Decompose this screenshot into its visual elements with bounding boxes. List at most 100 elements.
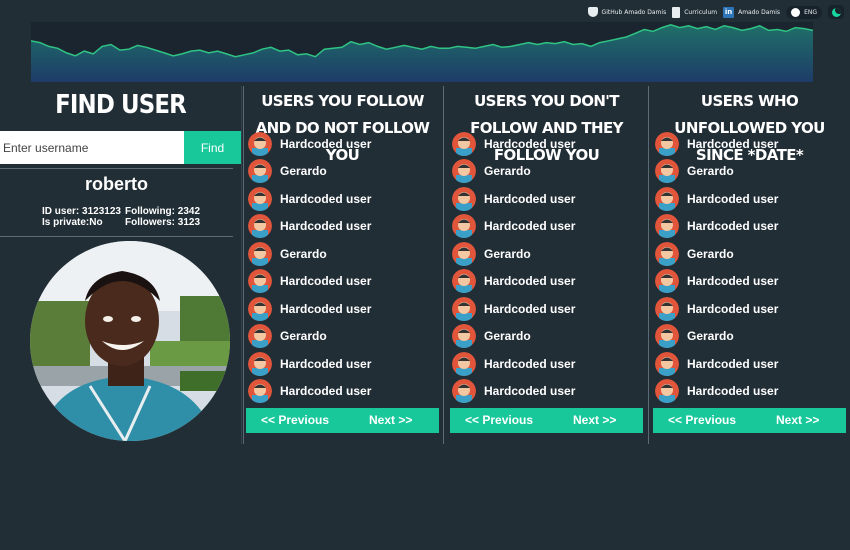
list-item[interactable]: Hardcoded user: [450, 295, 643, 323]
username-search-input[interactable]: [0, 131, 184, 164]
user-name: Hardcoded user: [484, 384, 576, 399]
list-item[interactable]: Gerardo: [653, 323, 846, 351]
list-item[interactable]: Hardcoded user: [246, 350, 439, 378]
list-item[interactable]: Hardcoded user: [450, 378, 643, 406]
pagination-bar: << Previous Next >>: [450, 408, 643, 433]
user-avatar-icon: [248, 269, 272, 294]
github-icon: [587, 7, 598, 17]
list-item[interactable]: Hardcoded user: [450, 185, 643, 213]
column-divider: [443, 86, 444, 444]
user-avatar-icon: [655, 269, 679, 294]
user-name: Hardcoded user: [687, 219, 779, 234]
user-name: Hardcoded user: [484, 136, 576, 151]
user-name: Hardcoded user: [687, 356, 779, 371]
list-item[interactable]: Hardcoded user: [246, 185, 439, 213]
user-avatar-icon: [248, 241, 272, 266]
list-item[interactable]: Hardcoded user: [246, 378, 439, 406]
list-item[interactable]: Hardcoded user: [653, 213, 846, 241]
find-button[interactable]: Find: [184, 131, 241, 164]
language-toggle[interactable]: ENG: [786, 5, 822, 19]
pagination-bar: << Previous Next >>: [246, 408, 439, 433]
next-button[interactable]: Next >>: [573, 408, 616, 433]
list-item[interactable]: Gerardo: [246, 323, 439, 351]
profile-followers: Followers: 3123: [125, 217, 201, 228]
linkedin-link[interactable]: in Amado Damis: [723, 6, 781, 18]
user-avatar-icon: [655, 241, 679, 266]
list-item[interactable]: Hardcoded user: [653, 378, 846, 406]
user-name: Hardcoded user: [280, 301, 372, 316]
list-item[interactable]: Hardcoded user: [246, 213, 439, 241]
divider: [0, 168, 233, 169]
user-avatar-icon: [452, 269, 476, 294]
next-button[interactable]: Next >>: [369, 408, 412, 433]
top-bar: GitHub Amado Damis Curriculum in Amado D…: [0, 0, 850, 22]
list-item[interactable]: Hardcoded user: [246, 295, 439, 323]
user-avatar-icon: [655, 186, 679, 211]
list-item[interactable]: Hardcoded user: [653, 295, 846, 323]
list-item[interactable]: Gerardo: [653, 240, 846, 268]
list-item[interactable]: Hardcoded user: [450, 213, 643, 241]
profile-avatar: [30, 241, 230, 441]
list-item[interactable]: Gerardo: [450, 240, 643, 268]
list-item[interactable]: Hardcoded user: [653, 350, 846, 378]
user-avatar-icon: [452, 351, 476, 376]
user-name: Hardcoded user: [280, 356, 372, 371]
divider: [0, 236, 233, 237]
profile-id: ID user: 3123123: [42, 206, 121, 217]
previous-button[interactable]: << Previous: [668, 408, 736, 433]
user-name: Hardcoded user: [280, 191, 372, 206]
user-name: Gerardo: [280, 329, 327, 344]
document-icon: [672, 6, 681, 18]
profile-following: Following: 2342: [125, 206, 201, 217]
list-item[interactable]: Hardcoded user: [653, 268, 846, 296]
user-name: Hardcoded user: [687, 191, 779, 206]
panel-follow-not-followed: USERS YOU FOLLOW AND DO NOT FOLLOW YOU H…: [246, 88, 439, 433]
user-avatar-icon: [655, 379, 679, 404]
activity-banner: [0, 22, 850, 84]
user-name: Gerardo: [484, 329, 531, 344]
list-item[interactable]: Hardcoded user: [246, 268, 439, 296]
list-item[interactable]: Hardcoded user: [246, 130, 439, 158]
next-button[interactable]: Next >>: [776, 408, 819, 433]
user-name: Hardcoded user: [280, 274, 372, 289]
user-avatar-icon: [452, 324, 476, 349]
user-avatar-icon: [248, 131, 272, 156]
user-name: Gerardo: [687, 329, 734, 344]
list-item[interactable]: Hardcoded user: [653, 185, 846, 213]
column-divider: [648, 86, 649, 444]
list-item[interactable]: Gerardo: [653, 158, 846, 186]
previous-button[interactable]: << Previous: [465, 408, 533, 433]
user-name: Hardcoded user: [484, 356, 576, 371]
list-item[interactable]: Gerardo: [450, 158, 643, 186]
theme-toggle-button[interactable]: [828, 5, 844, 19]
column-divider: [243, 86, 244, 444]
list-item[interactable]: Hardcoded user: [450, 268, 643, 296]
panel-unfollowed-since: USERS WHO UNFOLLOWED YOU SINCE *DATE* Ha…: [653, 88, 846, 433]
list-item[interactable]: Hardcoded user: [450, 130, 643, 158]
user-avatar-icon: [248, 186, 272, 211]
list-item[interactable]: Hardcoded user: [450, 350, 643, 378]
user-name: Hardcoded user: [687, 274, 779, 289]
user-avatar-icon: [452, 241, 476, 266]
list-item[interactable]: Gerardo: [246, 158, 439, 186]
user-avatar-icon: [248, 159, 272, 184]
previous-button[interactable]: << Previous: [261, 408, 329, 433]
user-avatar-icon: [655, 296, 679, 321]
profile-username: roberto: [85, 174, 148, 194]
user-avatar-icon: [248, 351, 272, 376]
user-avatar-icon: [655, 214, 679, 239]
user-list: Hardcoded user Gerardo Hardcoded user Ha…: [450, 130, 643, 405]
list-item[interactable]: Gerardo: [246, 240, 439, 268]
user-name: Hardcoded user: [484, 191, 576, 206]
curriculum-link[interactable]: Curriculum: [672, 6, 717, 18]
user-name: Hardcoded user: [687, 384, 779, 399]
user-name: Gerardo: [687, 246, 734, 261]
list-item[interactable]: Hardcoded user: [653, 130, 846, 158]
list-item[interactable]: Gerardo: [450, 323, 643, 351]
github-link[interactable]: GitHub Amado Damis: [587, 7, 666, 17]
user-name: Hardcoded user: [687, 301, 779, 316]
linkedin-link-label: Amado Damis: [738, 8, 781, 16]
user-name: Hardcoded user: [280, 136, 372, 151]
language-label: ENG: [804, 8, 817, 16]
user-name: Gerardo: [484, 246, 531, 261]
